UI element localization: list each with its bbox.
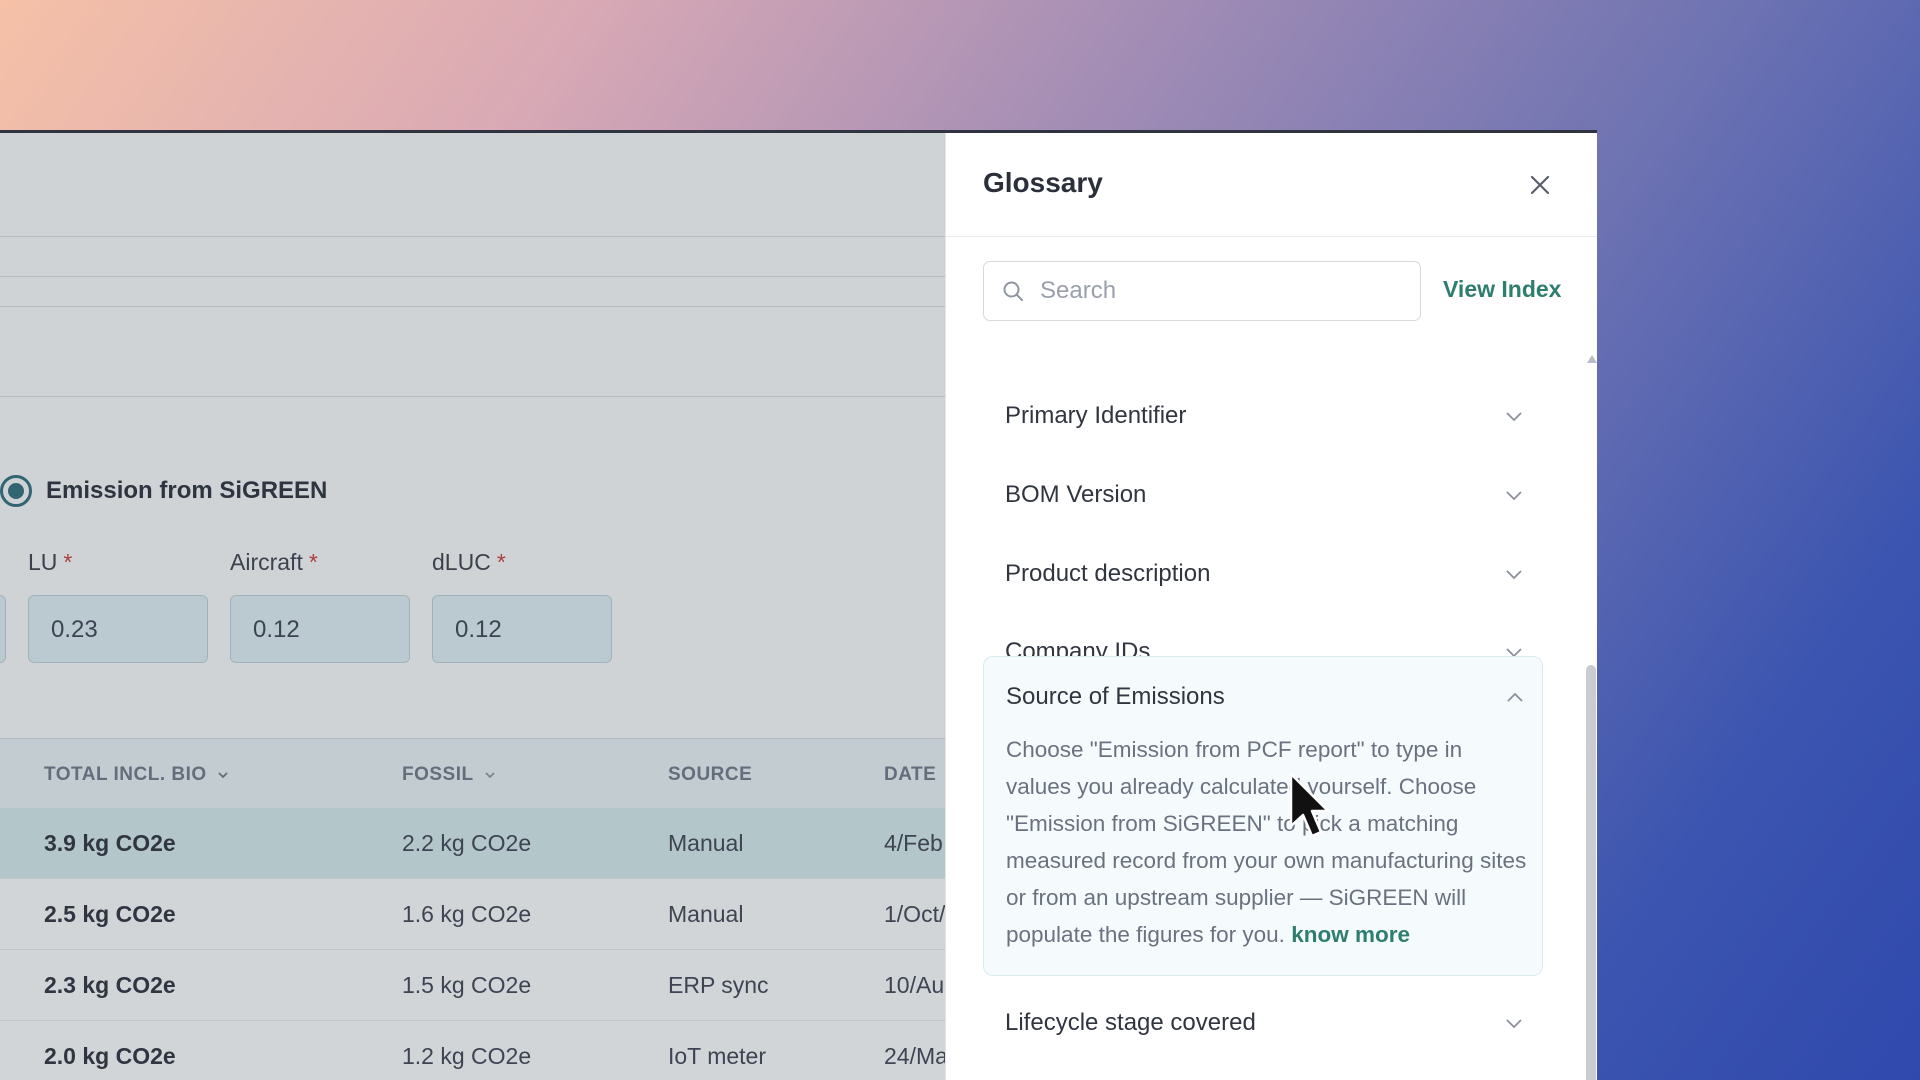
cell-date: 10/Au <box>884 972 945 998</box>
chevron-down-icon <box>1506 412 1522 422</box>
glossary-item-description: Choose "Emission from PCF report" to typ… <box>1006 737 1527 947</box>
cell-source: Manual <box>668 830 744 856</box>
column-date: DATE <box>884 764 937 785</box>
lu-field: LU * 0.23 <box>28 549 208 663</box>
cell-total: 3.9 kg CO2e <box>44 830 176 856</box>
chevron-down-icon <box>218 772 228 779</box>
field-label: Aircraft <box>230 549 303 575</box>
search-input[interactable] <box>1040 277 1400 305</box>
cell-source: ERP sync <box>668 972 769 998</box>
radio-label: Emission from SiGREEN <box>46 477 328 504</box>
glossary-item-primary-identifier[interactable]: Primary Identifier <box>983 376 1543 456</box>
glossary-item-product-description[interactable]: Product description <box>983 534 1543 614</box>
background-page: Emission from SiGREEN LU * 0.23 Aircraft *… <box>0 133 945 1080</box>
partial-input[interactable] <box>0 595 6 663</box>
field-label: LU <box>28 549 58 575</box>
mouse-pointer-icon <box>1289 772 1330 838</box>
divider <box>0 306 945 307</box>
column-total-incl-bio[interactable]: TOTAL INCL. BIO <box>44 764 229 786</box>
glossary-header: Glossary <box>946 133 1597 237</box>
required-marker: * <box>308 549 318 575</box>
required-marker: * <box>496 549 506 575</box>
aircraft-input[interactable]: 0.12 <box>230 595 410 663</box>
lu-input[interactable]: 0.23 <box>28 595 208 663</box>
divider <box>0 276 945 277</box>
cell-fossil: 1.5 kg CO2e <box>402 972 532 998</box>
glossary-item-lifecycle-stage[interactable]: Lifecycle stage covered <box>983 983 1543 1063</box>
dluc-field: dLUC * 0.12 <box>432 549 612 663</box>
cell-total: 2.5 kg CO2e <box>44 901 176 927</box>
column-source: SOURCE <box>668 764 753 785</box>
table-row[interactable]: 2.3 kg CO2e 1.5 kg CO2e ERP sync 10/Au <box>0 950 945 1021</box>
table-row[interactable]: 2.5 kg CO2e 1.6 kg CO2e Manual 1/Oct/ <box>0 879 945 950</box>
emissions-table: TOTAL INCL. BIO FOSSIL SOURCE DATE 3.9 k… <box>0 738 945 1080</box>
close-icon[interactable] <box>1526 171 1554 199</box>
scrollbar[interactable] <box>1586 355 1597 1080</box>
column-fossil[interactable]: FOSSIL <box>402 764 496 786</box>
divider <box>0 236 945 237</box>
search-box <box>983 261 1421 321</box>
chevron-down-icon <box>1506 491 1522 501</box>
cell-fossil: 1.2 kg CO2e <box>402 1043 532 1069</box>
table-row[interactable]: 2.0 kg CO2e 1.2 kg CO2e IoT meter 24/Ma <box>0 1021 945 1080</box>
field-label: dLUC <box>432 549 491 575</box>
cell-date: 4/Feb <box>884 830 943 856</box>
cell-fossil: 1.6 kg CO2e <box>402 901 532 927</box>
cell-source: IoT meter <box>668 1043 766 1069</box>
glossary-item-bom-version[interactable]: BOM Version <box>983 455 1543 535</box>
chevron-down-icon <box>1506 570 1522 580</box>
know-more-link[interactable]: know more <box>1291 922 1410 947</box>
scroll-up-arrow-icon[interactable] <box>1587 355 1597 363</box>
divider <box>0 396 945 397</box>
glossary-item-source-of-emissions: Source of Emissions Choose "Emission fro… <box>983 656 1543 976</box>
glossary-item-title: Primary Identifier <box>1005 402 1187 429</box>
cell-fossil: 2.2 kg CO2e <box>402 830 532 856</box>
scrollbar-thumb[interactable] <box>1586 665 1596 1080</box>
glossary-panel: Glossary View Index Primary Identifier B… <box>945 133 1597 1080</box>
required-marker: * <box>63 549 73 575</box>
chevron-down-icon <box>484 772 495 779</box>
cell-total: 2.0 kg CO2e <box>44 1043 176 1069</box>
glossary-item-title: BOM Version <box>1005 481 1147 508</box>
cell-total: 2.3 kg CO2e <box>44 972 176 998</box>
app-window: Emission from SiGREEN LU * 0.23 Aircraft *… <box>0 130 1597 1080</box>
glossary-title: Glossary <box>983 167 1103 198</box>
cell-date: 24/Ma <box>884 1043 945 1069</box>
cell-date: 1/Oct/ <box>884 901 945 927</box>
aircraft-field: Aircraft * 0.12 <box>230 549 410 663</box>
chevron-up-icon[interactable] <box>1506 691 1524 703</box>
glossary-item-title[interactable]: Source of Emissions <box>1006 683 1225 711</box>
table-header: TOTAL INCL. BIO FOSSIL SOURCE DATE <box>0 738 945 808</box>
radio-button[interactable] <box>0 475 32 507</box>
glossary-item-title: Lifecycle stage covered <box>1005 1009 1256 1036</box>
view-index-link[interactable]: View Index <box>1443 276 1561 303</box>
glossary-item-title: Product description <box>1005 560 1211 587</box>
chevron-down-icon <box>1506 1019 1522 1029</box>
dluc-input[interactable]: 0.12 <box>432 595 612 663</box>
emission-source-radio[interactable]: Emission from SiGREEN <box>0 475 327 507</box>
table-row[interactable]: 3.9 kg CO2e 2.2 kg CO2e Manual 4/Feb <box>0 808 945 879</box>
cell-source: Manual <box>668 901 744 927</box>
search-icon <box>1003 281 1023 301</box>
